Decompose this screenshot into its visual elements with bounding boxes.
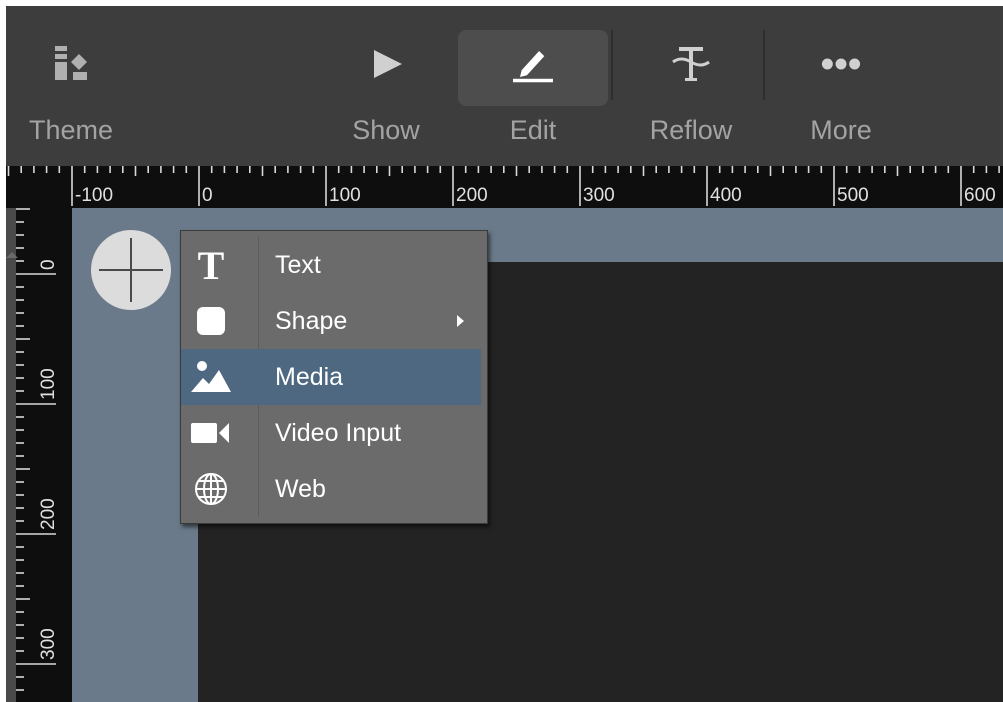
reflow-icon <box>671 44 711 84</box>
pencil-icon <box>513 44 553 84</box>
menu-item-label: Shape <box>275 307 348 335</box>
ruler-label: 600 <box>964 185 996 206</box>
more-label: More <box>810 115 872 145</box>
more-button[interactable]: More <box>791 6 891 166</box>
ruler-label: 300 <box>38 628 59 660</box>
menu-item-text[interactable]: T Text <box>181 237 481 293</box>
ruler-marker <box>6 252 18 258</box>
menu-item-media[interactable]: Media <box>181 349 481 405</box>
theme-button[interactable]: Theme <box>6 6 136 166</box>
ruler-label: -100 <box>75 185 113 206</box>
media-icon <box>189 355 233 399</box>
submenu-arrow-icon <box>457 315 464 327</box>
toolbar-separator <box>763 30 765 100</box>
reflow-label: Reflow <box>649 115 733 145</box>
menu-item-label: Text <box>275 251 321 279</box>
vertical-ruler[interactable]: 0 100 200 300 <box>6 208 72 702</box>
svg-text:T: T <box>198 245 225 285</box>
menu-item-web[interactable]: Web <box>181 461 481 517</box>
edit-button[interactable]: Edit <box>483 6 583 166</box>
ruler-label: 0 <box>38 259 59 270</box>
reflow-button[interactable]: Reflow <box>631 6 751 166</box>
more-dots-icon <box>821 44 861 84</box>
ruler-label: 0 <box>202 185 213 206</box>
plus-icon-vertical <box>130 238 132 302</box>
ruler-label: 200 <box>38 498 59 530</box>
app-window: Theme Show Edit Reflow More -100 0 100 2… <box>6 6 1003 702</box>
text-icon: T <box>189 243 233 287</box>
edit-label: Edit <box>509 115 557 145</box>
insert-context-menu: T Text Shape Media Video Input Web <box>180 230 488 524</box>
globe-icon <box>189 467 233 511</box>
video-camera-icon <box>189 411 233 455</box>
theme-icon <box>51 44 91 84</box>
shape-icon <box>189 299 233 343</box>
toolbar: Theme Show Edit Reflow More <box>6 6 1003 166</box>
show-button[interactable]: Show <box>336 6 436 166</box>
toolbar-separator <box>611 30 613 100</box>
play-icon <box>366 44 406 84</box>
theme-label: Theme <box>28 115 114 145</box>
menu-item-label: Web <box>275 475 326 503</box>
menu-item-shape[interactable]: Shape <box>181 293 481 349</box>
menu-item-video-input[interactable]: Video Input <box>181 405 481 461</box>
ruler-label: 500 <box>837 185 869 206</box>
menu-item-label: Video Input <box>275 419 402 447</box>
horizontal-ruler[interactable]: -100 0 100 200 300 400 500 600 <box>6 166 1003 208</box>
ruler-label: 400 <box>710 185 742 206</box>
menu-item-label: Media <box>275 363 344 391</box>
add-element-button[interactable] <box>91 230 171 310</box>
ruler-label: 200 <box>456 185 488 206</box>
show-label: Show <box>352 115 420 145</box>
ruler-label: 100 <box>38 368 59 400</box>
ruler-label: 300 <box>583 185 615 206</box>
ruler-label: 100 <box>329 185 361 206</box>
